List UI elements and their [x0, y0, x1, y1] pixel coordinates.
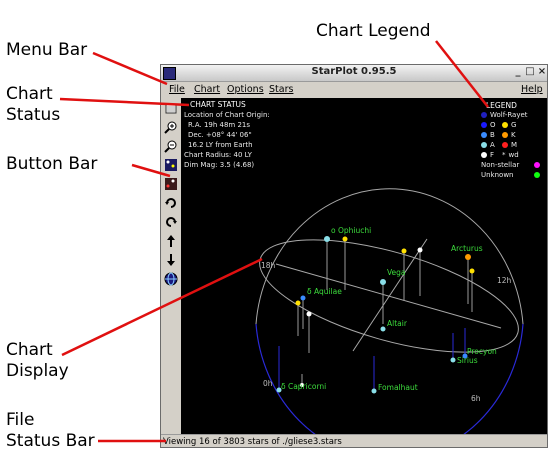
callout-chart-display: Chart Display: [6, 340, 69, 382]
hour-line-12h-0h: [352, 238, 428, 352]
callout-file-status-line1: File: [6, 410, 35, 430]
menu-help[interactable]: Help: [521, 84, 543, 95]
star-label: δ Aquilae: [307, 287, 342, 296]
menu-stars[interactable]: Stars: [269, 84, 293, 95]
legend-unknown: Unknown: [481, 171, 514, 179]
chart-view-icon[interactable]: [164, 158, 178, 172]
legend-label: B: [490, 131, 495, 139]
callout-button-bar: Button Bar: [6, 154, 98, 174]
star-marker: [342, 236, 348, 242]
maximize-button[interactable]: □: [525, 67, 535, 77]
chart-display[interactable]: CHART STATUS Location of Chart Origin: R…: [181, 98, 547, 434]
legend-class-wd: * wd: [502, 151, 519, 159]
rotate-ccw-icon[interactable]: [164, 215, 178, 229]
starplot-window: StarPlot 0.95.5 _ □ × File Chart Options…: [160, 64, 548, 448]
arrow-down-icon[interactable]: [164, 253, 178, 267]
menu-chart[interactable]: Chart: [194, 84, 220, 95]
callout-chart-display-line2: Display: [6, 361, 69, 381]
star-marker: [300, 295, 306, 301]
minimize-button[interactable]: _: [513, 67, 523, 77]
callout-file-status: File Status Bar: [6, 410, 95, 452]
star-marker: [380, 279, 386, 285]
legend-label: O: [490, 121, 496, 129]
legend-label: Unknown: [481, 171, 514, 179]
legend-class-m: M: [502, 141, 517, 149]
chart-status-title: CHART STATUS: [190, 100, 246, 109]
chart-status-line: R.A. 19h 48m 21s: [188, 121, 251, 129]
legend-class-k: K: [502, 131, 516, 139]
star-label: Vega: [387, 268, 406, 277]
legend-label: F: [490, 151, 495, 159]
menu-file[interactable]: File: [169, 84, 185, 95]
legend-class-a: A: [481, 141, 495, 149]
legend-title: LEGEND: [486, 101, 517, 110]
zoom-in-icon[interactable]: [164, 120, 178, 134]
star-label: Sirius: [457, 356, 478, 365]
file-status-bar: Viewing 16 of 3803 stars of ./gliese3.st…: [161, 434, 547, 448]
chart-status-line: Dim Mag: 3.5 (4.68): [184, 161, 255, 169]
grid-label-6h: 6h: [471, 394, 481, 403]
callout-chart-status-line1: Chart: [6, 84, 53, 104]
callout-chart-display-line1: Chart: [6, 340, 53, 360]
star-label: Arcturus: [451, 244, 483, 253]
menu-options[interactable]: Options: [227, 84, 264, 95]
legend-class-o: O: [481, 121, 496, 129]
close-button[interactable]: ×: [537, 67, 547, 77]
legend-label: Non-stellar: [481, 161, 520, 169]
legend-wd-symbol: *: [502, 151, 506, 159]
title-bar[interactable]: StarPlot 0.95.5 _ □ ×: [161, 65, 547, 82]
sphere-lower-outline: [255, 323, 524, 434]
legend-class-b: B: [481, 131, 495, 139]
callout-menu-bar: Menu Bar: [6, 40, 88, 60]
callout-chart-legend: Chart Legend: [316, 21, 431, 41]
star-marker: [469, 268, 475, 274]
star-marker: [295, 300, 301, 306]
chart-status-line: 16.2 LY from Earth: [188, 141, 253, 149]
chart-status-line: Location of Chart Origin:: [184, 111, 270, 119]
legend-label: A: [490, 141, 495, 149]
chart-status-line: Dec. +08° 44' 06": [188, 131, 252, 139]
chart-status-line: Chart Radius: 40 LY: [184, 151, 252, 159]
star-label: ο Ophiuchi: [331, 226, 372, 235]
star-label: Procyon: [467, 347, 497, 356]
star-marker: [417, 247, 423, 253]
grid-label-0h: 0h: [263, 379, 273, 388]
callout-chart-status: Chart Status: [6, 84, 60, 126]
legend-label: wd: [508, 151, 519, 159]
star-marker: [401, 248, 407, 254]
legend-label: K: [511, 131, 516, 139]
legend-label: G: [511, 121, 517, 129]
legend-non-stellar: Non-stellar: [481, 161, 519, 169]
grid-label-12h: 12h: [497, 276, 512, 285]
callout-file-status-line2: Status Bar: [6, 431, 95, 451]
legend-class-f: F: [481, 151, 494, 159]
legend-non-stellar-swatch: [534, 162, 540, 168]
legend-unknown-swatch: [534, 172, 540, 178]
menu-bar: File Chart Options Stars Help: [161, 82, 547, 97]
star-marker: [450, 357, 456, 363]
arrow-up-icon[interactable]: [164, 234, 178, 248]
legend-wolf-rayet: Wolf-Rayet: [481, 111, 528, 119]
stars-view-icon[interactable]: [164, 177, 178, 191]
star-marker: [306, 311, 312, 317]
globe-icon[interactable]: [164, 272, 178, 286]
zoom-out-icon[interactable]: [164, 139, 178, 153]
rotate-cw-icon[interactable]: [164, 196, 178, 210]
star-marker: [465, 254, 471, 260]
star-label: δ Capricorni: [281, 382, 327, 391]
star-marker: [324, 236, 330, 242]
callout-chart-status-line2: Status: [6, 105, 61, 125]
grid-label-18h: 18h: [261, 261, 276, 270]
star-marker: [371, 388, 377, 394]
star-label: Altair: [387, 319, 407, 328]
star-label: Fomalhaut: [378, 383, 418, 392]
legend-label: M: [511, 141, 518, 149]
legend-class-g: G: [502, 121, 516, 129]
open-file-icon[interactable]: [164, 101, 178, 115]
window-title: StarPlot 0.95.5: [311, 66, 397, 77]
legend-label: Wolf-Rayet: [490, 111, 528, 119]
star-marker-altair: [380, 326, 386, 332]
arrow-menu-bar: [92, 51, 168, 86]
button-bar: [162, 98, 180, 434]
